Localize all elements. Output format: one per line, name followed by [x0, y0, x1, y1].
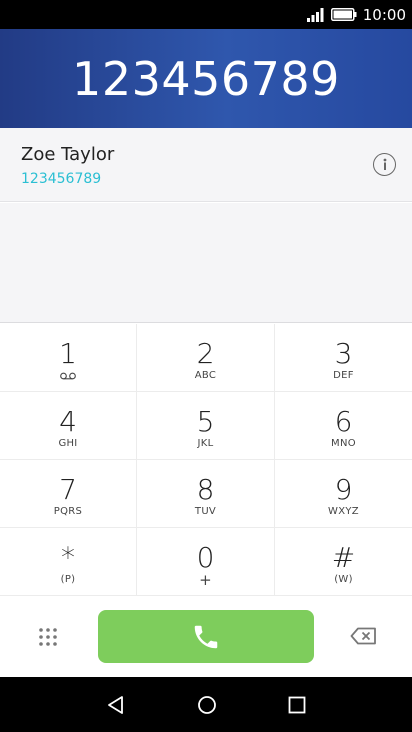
back-icon[interactable]: [106, 695, 126, 715]
info-icon[interactable]: [373, 153, 396, 176]
key-digit: 4: [59, 405, 77, 438]
key-digit: *: [61, 541, 75, 574]
key-6[interactable]: 6 MNO: [275, 392, 412, 460]
contact-suggestion[interactable]: Zoe Taylor 123456789: [0, 128, 412, 202]
dialpad-icon[interactable]: [38, 627, 58, 647]
key-digit: 2: [196, 337, 215, 370]
entered-number[interactable]: 123456789: [72, 52, 340, 106]
key-digit: 0: [196, 541, 215, 574]
action-bar: [0, 597, 412, 677]
key-digit: 6: [334, 405, 353, 438]
key-letters: JKL: [197, 438, 214, 449]
voicemail-icon: [60, 372, 76, 380]
key-hash[interactable]: # (W): [275, 528, 412, 596]
key-letters: ABC: [194, 370, 217, 381]
key-letters: (P): [60, 574, 76, 585]
key-3[interactable]: 3 DEF: [275, 324, 412, 392]
key-digit: 1: [59, 337, 77, 370]
key-5[interactable]: 5 JKL: [137, 392, 275, 460]
key-9[interactable]: 9 WXYZ: [275, 460, 412, 528]
key-letters: PQRS: [53, 506, 83, 517]
key-4[interactable]: 4 GHI: [0, 392, 137, 460]
key-letters: +: [199, 571, 212, 589]
empty-area: [0, 203, 412, 323]
key-digit: #: [331, 541, 356, 574]
home-icon[interactable]: [197, 695, 217, 715]
recents-icon[interactable]: [288, 696, 306, 714]
backspace-icon[interactable]: [350, 627, 377, 645]
key-1[interactable]: 1: [0, 324, 137, 392]
key-digit: 3: [334, 337, 353, 370]
key-letters: GHI: [58, 438, 78, 449]
key-digit: 7: [59, 473, 77, 506]
key-letters: WXYZ: [328, 506, 359, 517]
status-time: 10:00: [362, 5, 406, 24]
phone-icon: [194, 625, 218, 648]
contact-name: Zoe Taylor: [21, 144, 115, 165]
status-bar: 10:00: [0, 0, 412, 29]
key-star[interactable]: * (P): [0, 528, 137, 596]
key-digit: 5: [196, 405, 215, 438]
contact-number: 123456789: [21, 171, 102, 187]
key-digit: 9: [334, 473, 353, 506]
battery-icon: [330, 8, 357, 21]
key-letters: TUV: [194, 506, 217, 517]
key-letters: DEF: [333, 370, 354, 381]
key-letters: MNO: [331, 438, 356, 449]
key-0[interactable]: 0 +: [137, 528, 275, 596]
keypad: 1 2 ABC 3 DEF 4 GHI 5 JKL 6 MNO 7 PQRS 8…: [0, 324, 412, 596]
key-8[interactable]: 8 TUV: [137, 460, 275, 528]
signal-icon: [306, 7, 324, 22]
navigation-bar: [0, 677, 412, 732]
key-letters: (W): [334, 574, 353, 585]
call-button[interactable]: [98, 610, 314, 663]
key-digit: 8: [196, 473, 215, 506]
key-2[interactable]: 2 ABC: [137, 324, 275, 392]
key-7[interactable]: 7 PQRS: [0, 460, 137, 528]
dialer-header: 123456789: [0, 29, 412, 128]
